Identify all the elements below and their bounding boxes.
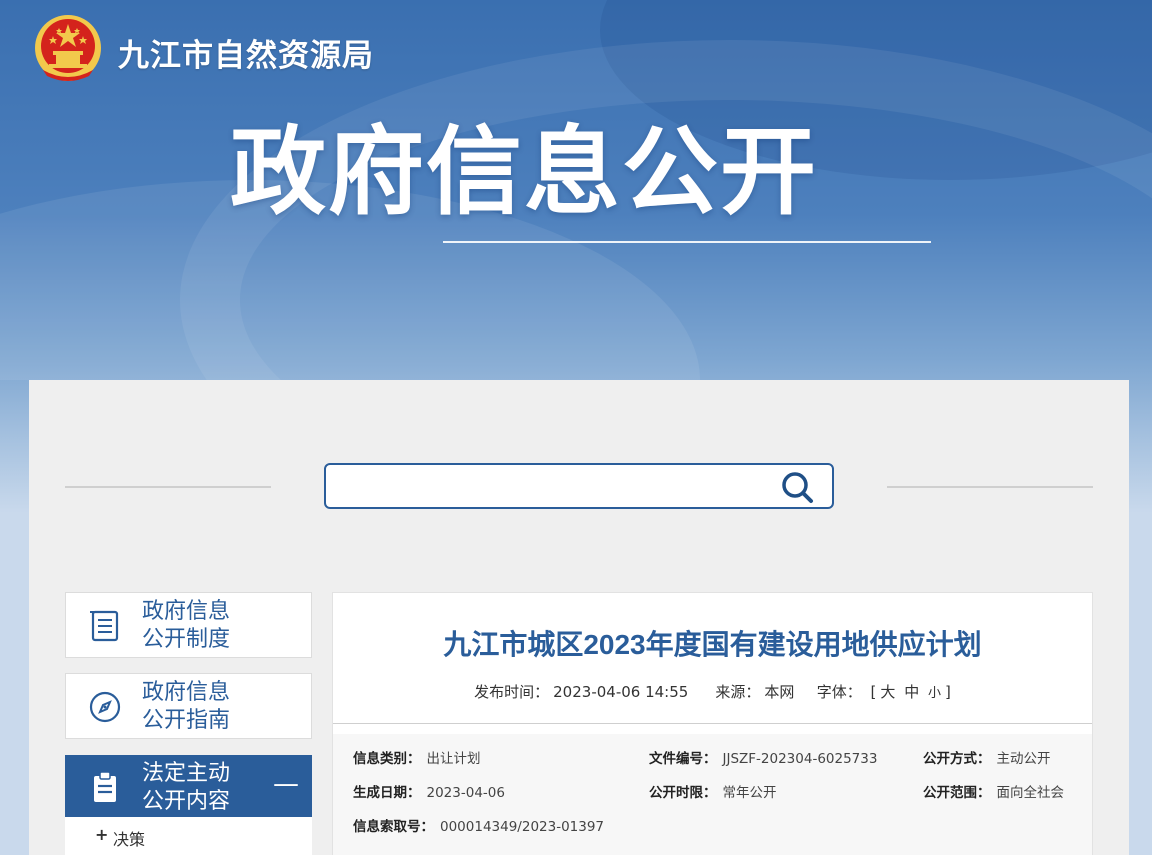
info-label: 公开方式： (923, 751, 991, 767)
bracket: [ (870, 683, 877, 701)
divider (333, 723, 1092, 724)
divider (887, 486, 1093, 488)
info-label: 生成日期： (353, 785, 421, 801)
info-label: 信息索取号： (353, 819, 434, 835)
sidebar-item-statutory-content[interactable]: 法定主动 公开内容 — (65, 755, 312, 818)
info-value: 2023-04-06 (426, 785, 505, 801)
sidebar-item-disclosure-guide[interactable]: 政府信息 公开指南 (65, 673, 312, 739)
content-panel: 政府信息 公开制度 政府信息 公开指南 法定主动 公开内容 — + 决策 九江市… (29, 380, 1129, 855)
font-label: 字体： (816, 683, 862, 701)
font-small-button[interactable]: 小 (928, 686, 941, 701)
label-line: 公开内容 (142, 789, 231, 814)
label-line: 公开制度 (142, 627, 231, 652)
font-large-button[interactable]: 大 (880, 683, 895, 701)
info-value: 主动公开 (996, 751, 1051, 767)
info-value: 000014349/2023-01397 (440, 819, 605, 835)
list-icon (90, 610, 119, 642)
label-line: 公开指南 (142, 708, 231, 733)
info-label: 信息类别： (353, 751, 421, 767)
hero-banner: 九江市自然资源局 政府信息公开 (0, 0, 1152, 380)
search-input[interactable] (334, 471, 764, 501)
source-label-text: 来源： (715, 683, 761, 701)
info-label: 公开范围： (923, 785, 991, 801)
article-title: 九江市城区2023年度国有建设用地供应计划 (443, 629, 982, 660)
search-box (324, 463, 834, 509)
publish-label: 发布时间： 2023-04-06 14:55 (472, 683, 690, 701)
info-value: 面向全社会 (996, 785, 1065, 801)
info-period: 公开时限： 常年公开 (649, 781, 777, 801)
hero-title: 政府信息公开 (230, 116, 818, 228)
info-date: 生成日期： 2023-04-06 (353, 781, 505, 801)
info-value: JJSZF-202304-6025733 (722, 751, 878, 767)
subitem-label: 决策 (113, 830, 146, 849)
collapse-toggle[interactable]: — (273, 770, 299, 798)
info-scope: 公开范围： 面向全社会 (923, 781, 1064, 801)
site-name[interactable]: 九江市自然资源局 (118, 30, 374, 75)
compass-icon (89, 691, 121, 723)
national-emblem-icon (35, 15, 101, 81)
info-table: 信息类别： 出让计划 文件编号： JJSZF-202304-6025733 公开方式… (333, 734, 1092, 855)
publish-label-text: 发布时间： (474, 683, 550, 701)
search-icon[interactable] (778, 469, 818, 505)
expand-icon[interactable]: + (95, 825, 108, 844)
info-value: 出让计划 (426, 751, 481, 767)
sidebar-subitem-decision[interactable]: + 决策 (65, 817, 312, 855)
info-doc-no: 文件编号： JJSZF-202304-6025733 (649, 747, 877, 767)
font-size-control: 字体： [大 中 小] (815, 683, 953, 701)
sidebar-item-disclosure-system[interactable]: 政府信息 公开制度 (65, 592, 312, 658)
label-line: 法定主动 (142, 761, 231, 786)
article-meta: 发布时间： 2023-04-06 14:55 来源： 本网 字体： [大 中 小] (333, 681, 1092, 702)
info-category: 信息类别： 出让计划 (353, 747, 481, 767)
sidebar-item-label: 政府信息 公开指南 (142, 679, 230, 735)
article-card: 九江市城区2023年度国有建设用地供应计划 发布时间： 2023-04-06 14… (332, 592, 1093, 855)
info-label: 文件编号： (649, 751, 717, 767)
bracket: ] (945, 683, 951, 701)
info-value: 常年公开 (722, 785, 777, 801)
label-line: 政府信息 (142, 599, 231, 624)
source-value: 本网 (764, 683, 795, 701)
label-line: 政府信息 (142, 680, 231, 705)
sidebar-item-label: 法定主动 公开内容 (142, 760, 230, 816)
publish-time: 2023-04-06 14:55 (553, 683, 689, 701)
info-label: 公开时限： (649, 785, 717, 801)
info-method: 公开方式： 主动公开 (923, 747, 1051, 767)
font-medium-button[interactable]: 中 (904, 683, 919, 701)
clipboard-icon (94, 771, 116, 802)
hero-underline (443, 241, 931, 243)
sidebar-item-label: 政府信息 公开制度 (142, 598, 230, 654)
divider (65, 486, 271, 488)
info-index: 信息索取号： 000014349/2023-01397 (353, 815, 604, 835)
source-label: 来源： 本网 (713, 683, 796, 701)
